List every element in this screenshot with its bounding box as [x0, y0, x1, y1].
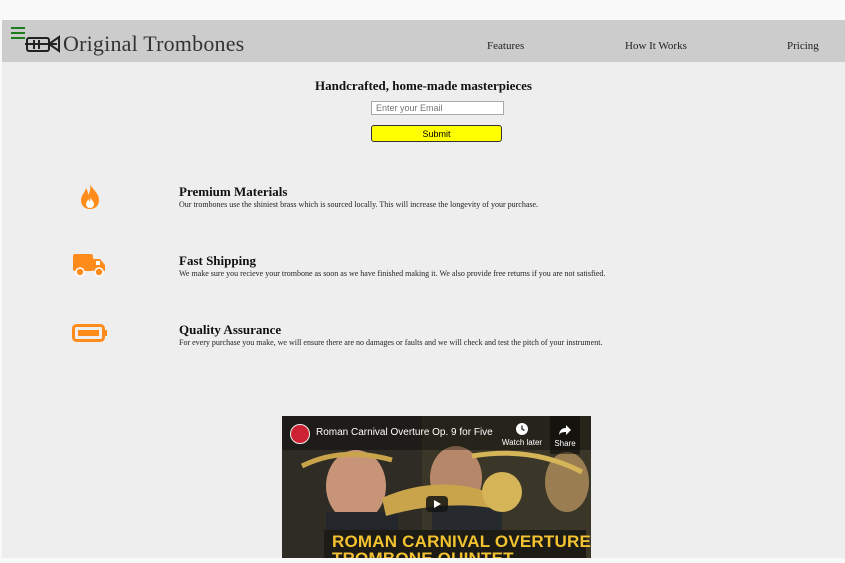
share-arrow-icon [559, 425, 571, 435]
logo-text[interactable]: Original Trombones [63, 31, 244, 57]
feature-desc-fast-shipping: We make sure you recieve your trombone a… [179, 269, 606, 278]
submit-button[interactable]: Submit [371, 125, 502, 142]
feature-desc-premium-materials: Our trombones use the shiniest brass whi… [179, 200, 539, 209]
channel-avatar[interactable] [290, 424, 310, 444]
email-input[interactable] [371, 101, 504, 115]
hero-heading: Handcrafted, home-made masterpieces [315, 78, 532, 93]
watch-later-button[interactable]: Watch later [500, 422, 544, 447]
feature-desc-quality-assurance: For every purchase you make, we will ens… [179, 338, 603, 347]
feature-title-premium-materials: Premium Materials [179, 184, 288, 199]
truck-icon [73, 254, 105, 277]
page: Original Trombones Features How It Works… [2, 20, 845, 558]
nav-link-features[interactable]: Features [487, 40, 524, 52]
fire-icon [81, 183, 99, 209]
video-title[interactable]: Roman Carnival Overture Op. 9 for Five .… [316, 427, 496, 438]
video-banner-line2: TROMBONE QUINTET [332, 549, 514, 558]
play-button[interactable] [426, 496, 448, 512]
play-icon [434, 500, 441, 508]
feature-title-fast-shipping: Fast Shipping [179, 253, 256, 268]
share-label: Share [554, 439, 576, 448]
nav-link-how-it-works[interactable]: How It Works [625, 40, 687, 52]
clock-icon [516, 423, 528, 435]
battery-icon [72, 324, 107, 342]
trombone-logo-icon [25, 35, 60, 53]
navbar: Original Trombones Features How It Works… [2, 20, 845, 62]
feature-title-quality-assurance: Quality Assurance [179, 322, 282, 337]
nav-link-pricing[interactable]: Pricing [787, 40, 819, 52]
share-button[interactable]: Share [550, 416, 580, 454]
video-embed[interactable]: Roman Carnival Overture Op. 9 for Five .… [282, 416, 591, 558]
watch-later-label: Watch later [501, 438, 543, 447]
hamburger-menu-icon[interactable] [11, 27, 25, 39]
